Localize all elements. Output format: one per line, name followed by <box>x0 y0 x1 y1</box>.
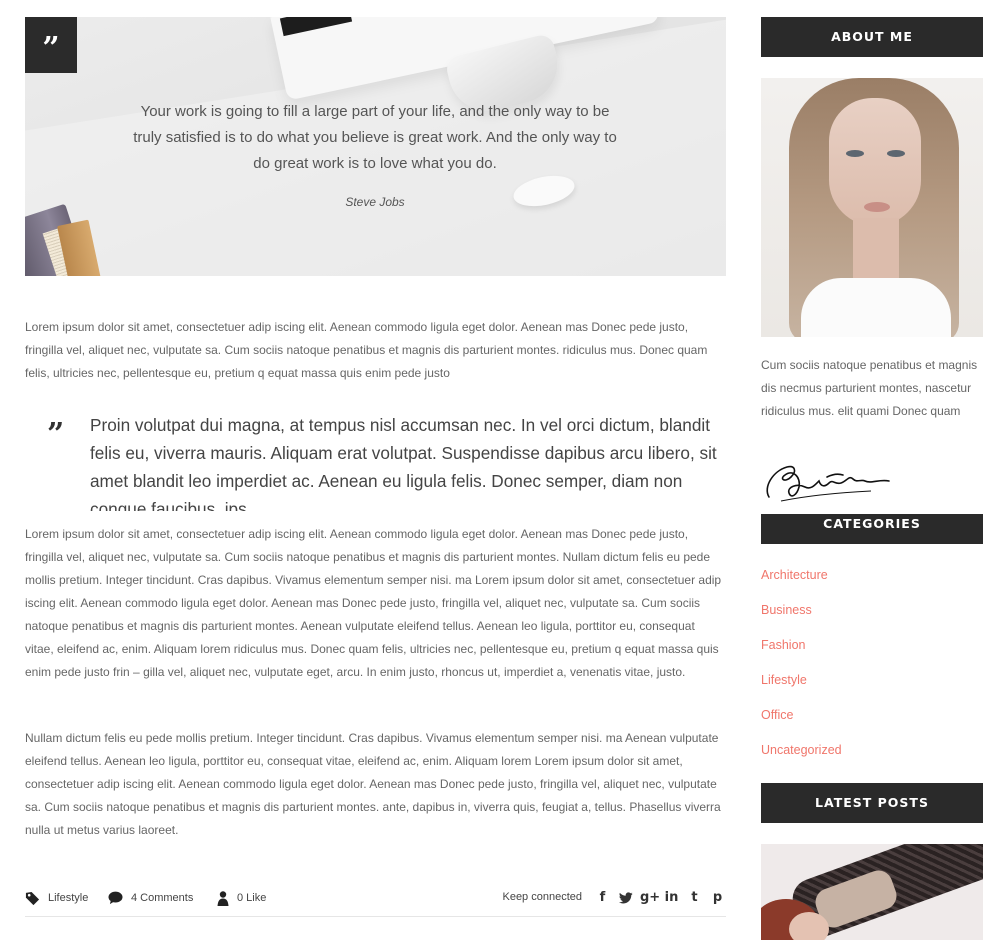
hero-quote-text: Your work is going to fill a large part … <box>133 103 617 172</box>
facebook-icon[interactable]: f <box>594 888 611 908</box>
category-link-fashion[interactable]: Fashion <box>761 634 842 669</box>
blockquote-text: Proin volutpat dui magna, at tempus nisl… <box>90 415 717 511</box>
google-plus-icon[interactable]: g+ <box>640 888 660 908</box>
about-me-heading: ABOUT ME <box>761 17 983 57</box>
categories-list: Architecture Business Fashion Lifestyle … <box>761 564 842 774</box>
comment-icon <box>108 891 123 905</box>
post-footer: Lifestyle 4 Comments 0 Like Keep connect… <box>25 887 726 917</box>
post-like-button[interactable]: 0 Like <box>217 887 266 909</box>
post-paragraph-1: Lorem ipsum dolor sit amet, consectetuer… <box>25 320 708 380</box>
quote-icon: ” <box>25 17 77 73</box>
about-me-bio: Cum sociis natoque penatibus et magnis d… <box>761 358 978 418</box>
about-me-photo <box>761 78 983 337</box>
pinterest-icon[interactable]: p <box>709 888 726 908</box>
latest-posts-heading: LATEST POSTS <box>761 783 983 823</box>
photo-neck <box>853 218 899 278</box>
category-link-uncategorized[interactable]: Uncategorized <box>761 739 842 774</box>
photo-eye-left <box>846 150 864 157</box>
category-link-lifestyle[interactable]: Lifestyle <box>761 669 842 704</box>
post-paragraph-2: Lorem ipsum dolor sit amet, consectetuer… <box>25 527 722 679</box>
photo-lips <box>864 202 890 212</box>
categories-heading: CATEGORIES <box>761 514 983 544</box>
post-category-label: Lifestyle <box>48 892 89 904</box>
post-main: ” Your work is going to fill a large par… <box>25 17 726 917</box>
category-link-architecture[interactable]: Architecture <box>761 564 842 599</box>
category-link-office[interactable]: Office <box>761 704 842 739</box>
photo-eye-right <box>887 150 905 157</box>
tag-icon <box>25 891 40 905</box>
blockquote-icon: ” <box>47 417 65 452</box>
keep-connected-label: Keep connected <box>502 891 582 903</box>
user-icon <box>217 890 229 906</box>
post-comments-link[interactable]: 4 Comments <box>108 887 193 909</box>
twitter-icon[interactable] <box>617 888 634 908</box>
linkedin-icon[interactable]: in <box>663 888 680 908</box>
tumblr-icon[interactable]: t <box>686 888 703 908</box>
post-paragraph-3: Nullam dictum felis eu pede mollis preti… <box>25 731 721 837</box>
post-category-link[interactable]: Lifestyle <box>25 887 88 909</box>
social-share-bar: f g+ in t p <box>594 888 726 908</box>
latest-post-thumbnail[interactable] <box>761 844 983 940</box>
photo-shirt <box>801 278 951 337</box>
quote-hero: ” Your work is going to fill a large par… <box>25 17 726 276</box>
signature-image <box>766 465 890 502</box>
thumb-face <box>789 912 829 940</box>
category-link-business[interactable]: Business <box>761 599 842 634</box>
post-comments-label: 4 Comments <box>131 892 194 904</box>
post-like-label: 0 Like <box>237 892 267 904</box>
hero-quote-author: Steve Jobs <box>345 195 405 209</box>
blockquote: ” Proin volutpat dui magna, at tempus ni… <box>25 411 726 511</box>
